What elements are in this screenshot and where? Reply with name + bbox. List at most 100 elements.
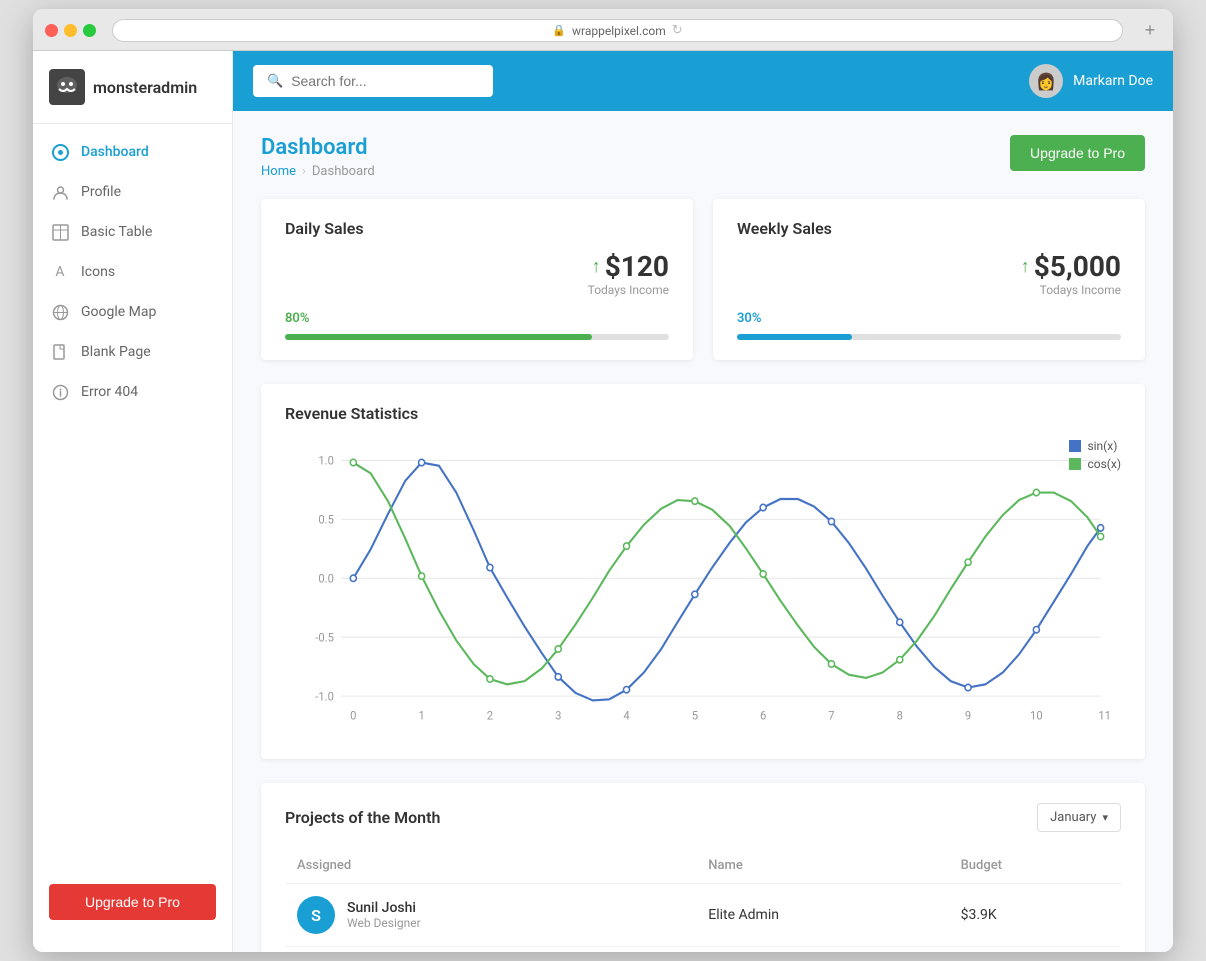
breadcrumb-separator: › bbox=[302, 164, 306, 179]
svg-text:4: 4 bbox=[623, 708, 630, 722]
sidebar-item-icons[interactable]: A Icons bbox=[33, 252, 232, 292]
search-bar[interactable]: 🔍 bbox=[253, 65, 493, 97]
weekly-sales-progress-bar-container bbox=[737, 334, 1121, 340]
sidebar-upgrade: Upgrade to Pro bbox=[33, 868, 232, 936]
page-title: Dashboard bbox=[261, 135, 375, 160]
svg-text:0.0: 0.0 bbox=[318, 571, 334, 585]
logo-text: monsteradmin bbox=[93, 78, 197, 97]
close-icon[interactable] bbox=[45, 24, 58, 37]
svg-text:6: 6 bbox=[760, 708, 766, 722]
cos-legend-dot bbox=[1069, 458, 1081, 470]
daily-sales-card: Daily Sales ↑ $120 Todays Income bbox=[261, 199, 693, 360]
sidebar-item-dashboard[interactable]: Dashboard bbox=[33, 132, 232, 172]
new-tab-button[interactable]: + bbox=[1139, 20, 1161, 42]
main-area: 🔍 👩 Markarn Doe Dashboard Home bbox=[233, 51, 1173, 952]
topbar: 🔍 👩 Markarn Doe bbox=[233, 51, 1173, 111]
blank-page-icon bbox=[51, 343, 69, 361]
projects-table-title: Projects of the Month bbox=[285, 808, 440, 827]
sin-legend-dot bbox=[1069, 440, 1081, 452]
sidebar-logo: monsteradmin bbox=[33, 51, 232, 124]
svg-text:1: 1 bbox=[418, 708, 424, 722]
sidebar-upgrade-button[interactable]: Upgrade to Pro bbox=[49, 884, 216, 920]
svg-text:8: 8 bbox=[897, 708, 903, 722]
cos-line bbox=[353, 463, 1100, 685]
sidebar-item-google-map[interactable]: Google Map bbox=[33, 292, 232, 332]
sin-legend-label: sin(x) bbox=[1087, 439, 1117, 453]
avatar: S bbox=[297, 896, 335, 934]
month-label: January bbox=[1050, 810, 1096, 825]
table-row: 👩‍💼 Andrew Project Manager Real Homes bbox=[285, 947, 1121, 953]
minimize-icon[interactable] bbox=[64, 24, 77, 37]
traffic-lights bbox=[45, 24, 96, 37]
chevron-down-icon: ▾ bbox=[1102, 811, 1108, 824]
col-header-budget: Budget bbox=[949, 848, 1121, 884]
maximize-icon[interactable] bbox=[83, 24, 96, 37]
weekly-sales-card: Weekly Sales ↑ $5,000 Todays Income bbox=[713, 199, 1145, 360]
svg-text:-0.5: -0.5 bbox=[315, 630, 334, 644]
sidebar-item-blank-page[interactable]: Blank Page bbox=[33, 332, 232, 372]
svg-text:5: 5 bbox=[692, 708, 699, 722]
daily-sales-progress-bar bbox=[285, 334, 592, 340]
assigned-cell-2: 👩‍💼 Andrew Project Manager bbox=[285, 947, 696, 953]
weekly-sales-title: Weekly Sales bbox=[737, 219, 1121, 238]
daily-sales-title: Daily Sales bbox=[285, 219, 669, 238]
svg-text:1.0: 1.0 bbox=[318, 453, 334, 467]
user-info[interactable]: 👩 Markarn Doe bbox=[1029, 64, 1153, 98]
app-layout: monsteradmin Dashboard bbox=[33, 51, 1173, 952]
avatar: 👩 bbox=[1029, 64, 1063, 98]
svg-text:10: 10 bbox=[1030, 708, 1043, 722]
legend-item-cos: cos(x) bbox=[1069, 457, 1121, 471]
main-content: Dashboard Home › Dashboard Upgrade to Pr… bbox=[233, 111, 1173, 952]
profile-icon bbox=[51, 183, 69, 201]
svg-text:3: 3 bbox=[555, 708, 561, 722]
sidebar-item-error-404[interactable]: Error 404 bbox=[33, 372, 232, 412]
breadcrumb-home[interactable]: Home bbox=[261, 164, 296, 179]
cos-legend-label: cos(x) bbox=[1087, 457, 1121, 471]
upgrade-to-pro-button[interactable]: Upgrade to Pro bbox=[1010, 135, 1145, 171]
project-name-cell-2: Real Homes bbox=[696, 947, 948, 953]
sidebar-item-label-error-404: Error 404 bbox=[81, 384, 138, 400]
budget-cell-2: $23.9K bbox=[949, 947, 1121, 953]
sidebar: monsteradmin Dashboard bbox=[33, 51, 233, 952]
col-header-assigned: Assigned bbox=[285, 848, 696, 884]
col-header-name: Name bbox=[696, 848, 948, 884]
url-bar[interactable]: 🔒 wrappelpixel.com ↻ bbox=[112, 19, 1123, 42]
daily-sales-progress-label: 80% bbox=[285, 311, 669, 326]
chart-svg: 1.0 0.5 0.0 -0.5 -1.0 0 1 2 3 4 5 bbox=[285, 439, 1121, 739]
search-icon: 🔍 bbox=[267, 74, 283, 89]
legend-item-sin: sin(x) bbox=[1069, 439, 1121, 453]
sidebar-item-label-icons: Icons bbox=[81, 264, 115, 280]
sin-dots bbox=[350, 459, 1103, 693]
browser-window: 🔒 wrappelpixel.com ↻ + monsteradmin bbox=[33, 9, 1173, 952]
table-row: S Sunil Joshi Web Designer Elite Admin bbox=[285, 884, 1121, 947]
revenue-statistics-title: Revenue Statistics bbox=[285, 404, 1121, 423]
weekly-up-arrow-icon: ↑ bbox=[1021, 256, 1030, 277]
chart-legend: sin(x) cos(x) bbox=[1069, 439, 1121, 471]
dashboard-icon bbox=[51, 143, 69, 161]
assigned-cell-1: S Sunil Joshi Web Designer bbox=[285, 884, 696, 947]
budget-cell-1: $3.9K bbox=[949, 884, 1121, 947]
svg-text:7: 7 bbox=[828, 708, 834, 722]
chart-wrapper: sin(x) cos(x) bbox=[285, 439, 1121, 739]
month-selector[interactable]: January ▾ bbox=[1037, 803, 1121, 832]
data-table: Assigned Name Budget S bbox=[285, 848, 1121, 952]
sin-line bbox=[353, 463, 1100, 701]
svg-text:11: 11 bbox=[1098, 708, 1111, 722]
search-input[interactable] bbox=[291, 73, 479, 89]
up-arrow-icon: ↑ bbox=[592, 256, 601, 277]
url-text: wrappelpixel.com bbox=[572, 24, 666, 38]
map-icon bbox=[51, 303, 69, 321]
project-name-cell-1: Elite Admin bbox=[696, 884, 948, 947]
sidebar-item-profile[interactable]: Profile bbox=[33, 172, 232, 212]
sidebar-item-basic-table[interactable]: Basic Table bbox=[33, 212, 232, 252]
weekly-sales-subtitle: Todays Income bbox=[1021, 283, 1121, 297]
sidebar-item-label-blank-page: Blank Page bbox=[81, 344, 151, 360]
daily-sales-progress-bar-container bbox=[285, 334, 669, 340]
svg-text:0.5: 0.5 bbox=[318, 512, 334, 526]
sidebar-item-label-basic-table: Basic Table bbox=[81, 224, 152, 240]
svg-text:0: 0 bbox=[350, 708, 356, 722]
weekly-sales-amount: $5,000 bbox=[1034, 250, 1121, 283]
user-name: Markarn Doe bbox=[1073, 73, 1153, 89]
refresh-icon[interactable]: ↻ bbox=[672, 23, 683, 38]
daily-sales-subtitle: Todays Income bbox=[588, 283, 669, 297]
